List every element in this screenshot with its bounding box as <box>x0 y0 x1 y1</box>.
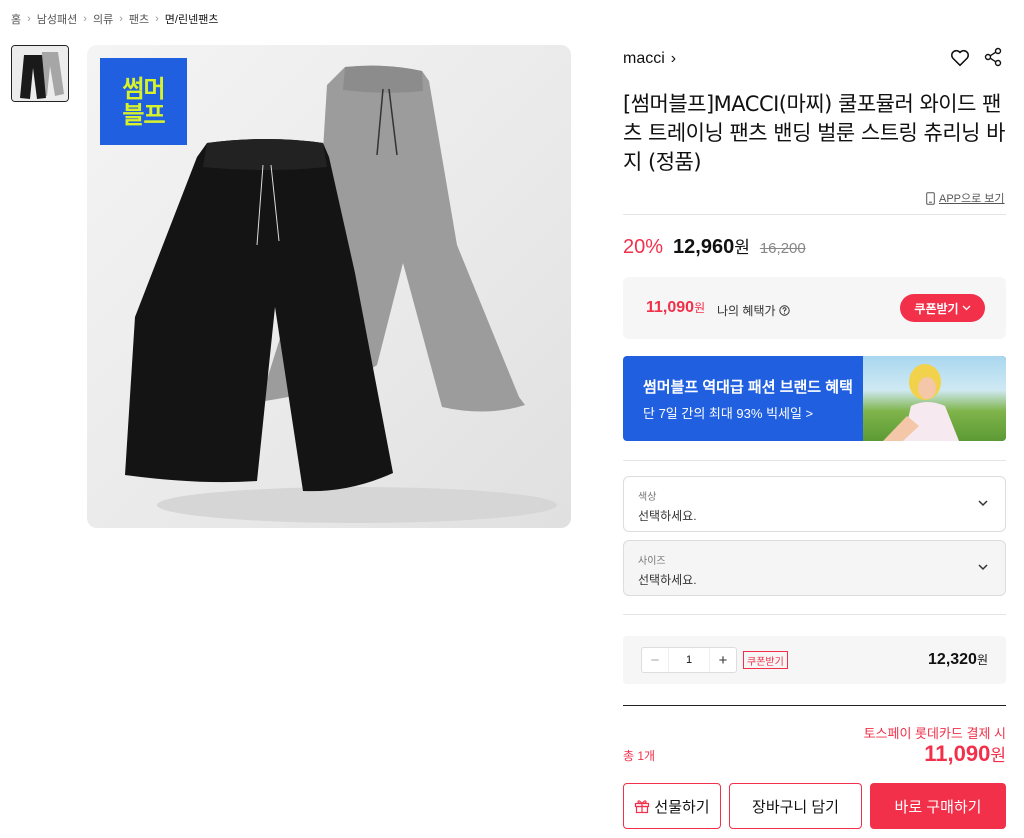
option-price-value: 12,320 <box>928 651 977 668</box>
currency-unit: 원 <box>734 238 750 257</box>
coupon-download-button[interactable]: 쿠폰받기 <box>900 294 985 322</box>
cart-button-label: 장바구니 담기 <box>752 798 839 816</box>
promo-banner[interactable]: 썸머블프 역대급 패션 브랜드 혜택 단 7일 간의 최대 93% 빅세일 > <box>623 356 1006 441</box>
benefit-label: 나의 혜택가 <box>717 302 790 319</box>
pants-thumbnail-image <box>12 46 68 101</box>
add-to-cart-button[interactable]: 장바구니 담기 <box>729 783 862 829</box>
benefit-price-value: 11,090 <box>646 299 695 316</box>
color-select-value: 선택하세요. <box>638 509 697 523</box>
benefit-label-text: 나의 혜택가 <box>717 304 776 318</box>
original-price: 16,200 <box>759 240 806 257</box>
divider <box>623 614 1006 615</box>
size-select-value: 선택하세요. <box>638 573 697 587</box>
toss-lotte-card-label: 토스페이 롯데카드 결제 시 <box>863 726 1006 741</box>
divider <box>623 460 1006 461</box>
banner-model-image <box>863 356 1006 441</box>
currency-unit: 원 <box>990 746 1006 765</box>
question-icon[interactable] <box>778 305 790 316</box>
breadcrumb-home[interactable]: 홈 <box>11 11 21 27</box>
buy-now-button[interactable]: 바로 구매하기 <box>870 783 1006 829</box>
buy-button-label: 바로 구매하기 <box>894 798 982 816</box>
breadcrumb-mens-fashion[interactable]: 남성패션 <box>37 11 77 27</box>
selected-option-panel: − 1 + 쿠폰받기 12,320원 <box>623 636 1006 684</box>
product-main-image[interactable]: 썸머 블프 <box>87 45 571 528</box>
banner-title: 썸머블프 역대급 패션 브랜드 혜택 <box>643 379 853 396</box>
app-view-link[interactable]: APP으로 보기 <box>926 190 1005 206</box>
quantity-input[interactable]: 1 <box>668 648 710 672</box>
currency-unit: 원 <box>694 301 706 315</box>
breadcrumb-cotton-linen-pants[interactable]: 면/린넨팬츠 <box>165 11 219 27</box>
quantity-plus-button[interactable]: + <box>710 648 736 672</box>
breadcrumb-pants[interactable]: 팬츠 <box>129 11 149 27</box>
model-photo <box>883 364 959 441</box>
price-row: 20% 12,960원 16,200 <box>623 233 806 259</box>
gift-icon <box>635 800 650 814</box>
chevron-right-icon: › <box>670 50 677 67</box>
product-title: [썸머블프]MACCI(마찌) 쿨포뮬러 와이드 팬츠 트레이닝 팬츠 밴딩 벌… <box>623 92 1006 174</box>
brand-link[interactable]: macci › <box>623 50 676 68</box>
color-select[interactable]: 색상 선택하세요. <box>623 476 1006 532</box>
discount-rate: 20% <box>623 236 664 258</box>
sale-price-value: 12,960 <box>673 236 735 258</box>
breadcrumb: 홈 › 남성패션 › 의류 › 팬츠 › 면/린넨팬츠 <box>11 11 218 27</box>
banner-subtitle: 단 7일 간의 최대 93% 빅세일 > <box>643 406 814 421</box>
coupon-button-label: 쿠폰받기 <box>914 301 959 316</box>
benefit-price: 11,090원 <box>646 299 705 317</box>
gift-button-label: 선물하기 <box>654 798 710 816</box>
chevron-down-icon <box>962 305 971 311</box>
gift-button[interactable]: 선물하기 <box>623 783 721 829</box>
chevron-right-icon: › <box>83 13 87 25</box>
option-coupon-button[interactable]: 쿠폰받기 <box>743 651 788 669</box>
share-icon[interactable] <box>983 47 1003 67</box>
app-view-label: APP으로 보기 <box>939 193 1005 205</box>
currency-unit: 원 <box>976 653 988 667</box>
chevron-down-icon <box>978 500 988 507</box>
badge-line2: 블프 <box>122 100 165 129</box>
chevron-right-icon: › <box>119 13 123 25</box>
size-select-label: 사이즈 <box>638 556 666 567</box>
size-select[interactable]: 사이즈 선택하세요. <box>623 540 1006 596</box>
chevron-right-icon: › <box>155 13 159 25</box>
divider <box>623 214 1006 215</box>
total-count: 총 1개 <box>623 749 656 763</box>
badge-line1: 썸머 <box>122 74 165 103</box>
my-benefit-price-box: 11,090원 나의 혜택가 쿠폰받기 <box>623 277 1006 339</box>
total-price-value: 11,090 <box>924 741 991 766</box>
chevron-right-icon: › <box>27 13 31 25</box>
sale-price: 12,960원 <box>673 233 750 259</box>
heart-icon[interactable] <box>949 47 971 69</box>
color-select-label: 색상 <box>638 492 657 503</box>
quantity-minus-button[interactable]: − <box>642 648 668 672</box>
mobile-phone-icon <box>926 191 935 205</box>
brand-name: macci <box>623 50 665 67</box>
total-price: 11,090원 <box>924 741 1006 767</box>
quantity-stepper: − 1 + <box>641 647 737 673</box>
summer-black-friday-badge: 썸머 블프 <box>100 58 187 145</box>
total-divider <box>623 705 1006 706</box>
option-price: 12,320원 <box>928 651 988 669</box>
chevron-down-icon <box>978 564 988 571</box>
breadcrumb-clothing[interactable]: 의류 <box>93 11 113 27</box>
product-thumbnail[interactable] <box>11 45 69 102</box>
